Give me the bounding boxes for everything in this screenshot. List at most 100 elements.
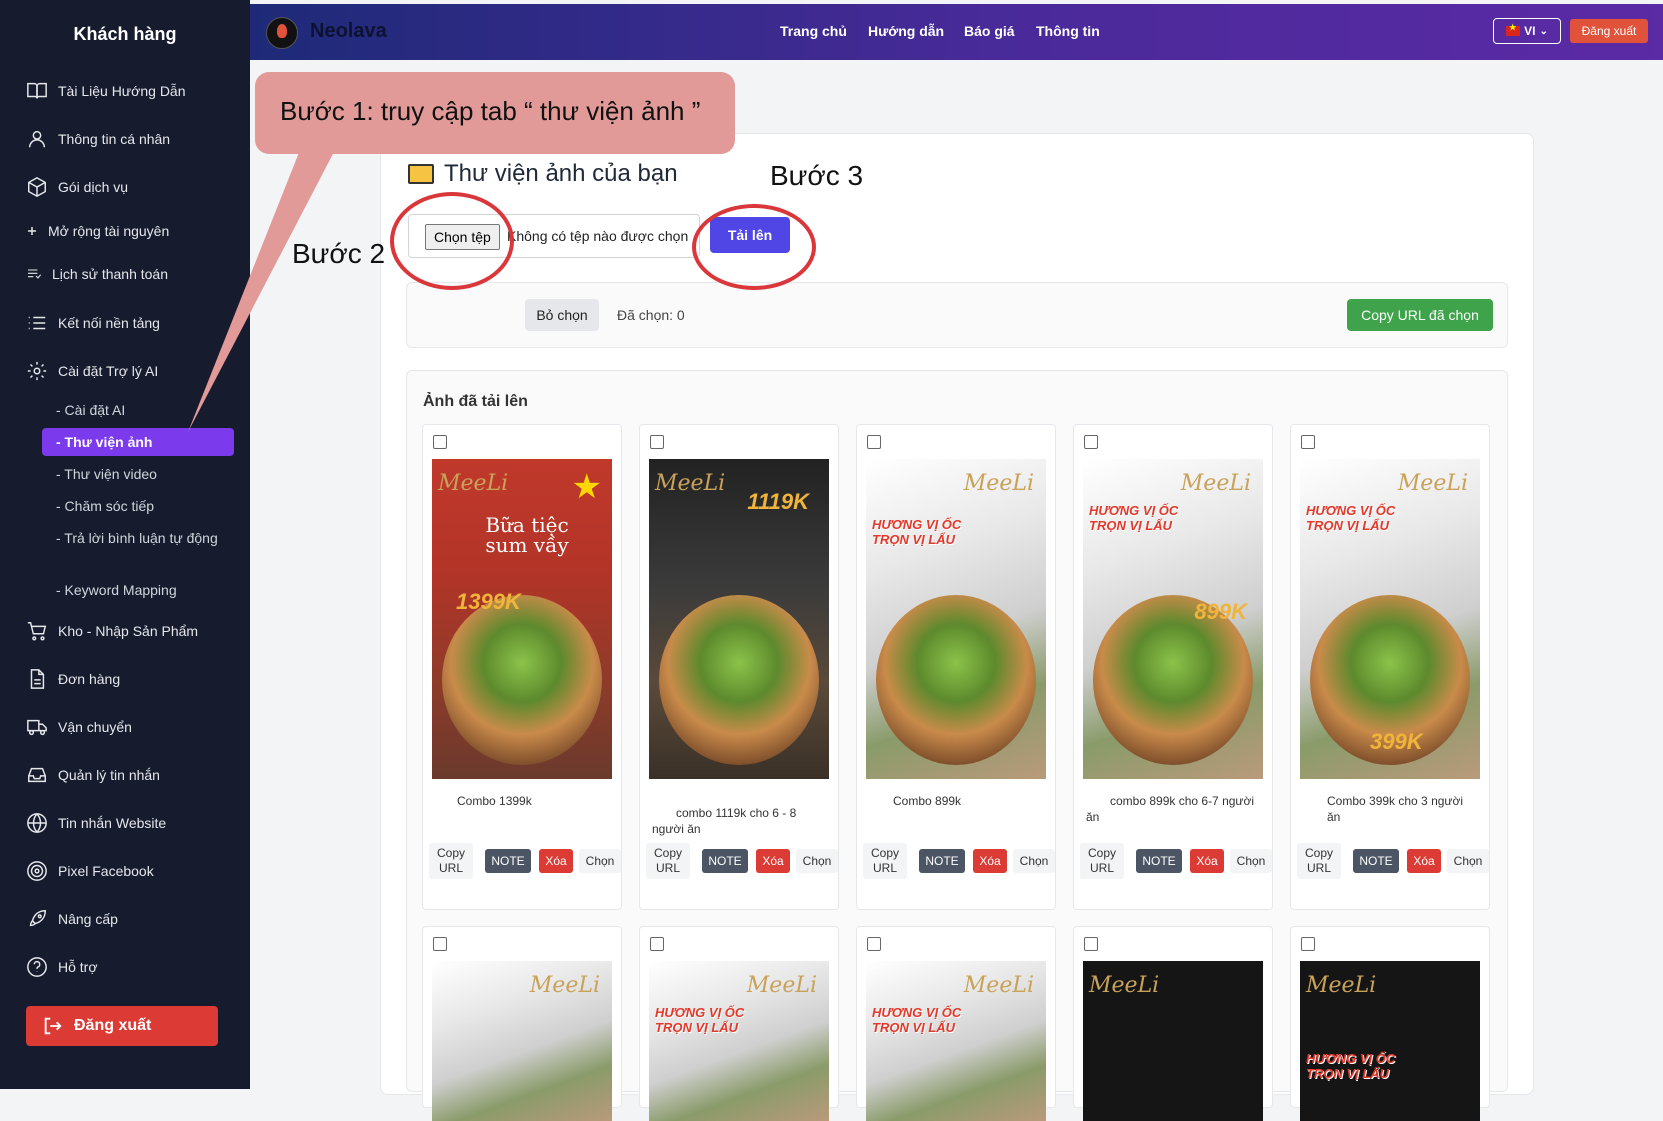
topbar-logout-button[interactable]: Đăng xuất — [1570, 19, 1648, 43]
image-thumbnail[interactable]: MeeLi ★ Bữa tiệc sum vầy 1399K — [432, 459, 612, 779]
image-thumbnail[interactable]: MeeLi 1119K — [649, 459, 829, 779]
copy-url-button[interactable]: Copy URL — [429, 843, 473, 879]
deselect-button[interactable]: Bỏ chọn — [525, 299, 599, 331]
note-button[interactable]: NOTE — [485, 849, 531, 873]
note-button[interactable]: NOTE — [1136, 849, 1182, 873]
poster-brand: MeeLi — [963, 973, 1034, 998]
sidebar-subitem-auto-reply[interactable]: - Trả lời bình luận tự động — [56, 528, 226, 548]
select-checkbox[interactable] — [433, 937, 447, 951]
poster-price: 1119K — [747, 489, 809, 514]
note-button[interactable]: NOTE — [702, 849, 748, 873]
food-image — [659, 595, 819, 765]
poster-promo: HƯƠNG VỊ ỐC TRỌN VỊ LẨU — [872, 517, 962, 547]
select-checkbox[interactable] — [867, 937, 881, 951]
delete-button[interactable]: Xóa — [1190, 849, 1224, 873]
choose-button[interactable]: Chọn — [1447, 849, 1489, 873]
brand-logo[interactable] — [266, 17, 298, 49]
sidebar-subitem-followup[interactable]: - Chăm sóc tiếp — [56, 496, 226, 516]
globe-icon — [27, 813, 47, 833]
select-checkbox[interactable] — [1301, 435, 1315, 449]
copy-url-button[interactable]: Copy URL — [646, 843, 690, 879]
sidebar-subitem-ai[interactable]: - Cài đặt AI — [56, 400, 226, 420]
sidebar-item-service[interactable]: Gói dịch vụ — [26, 176, 128, 198]
sidebar-item-profile[interactable]: Thông tin cá nhân — [26, 128, 170, 150]
choose-button[interactable]: Chọn — [579, 849, 621, 873]
select-checkbox[interactable] — [1084, 435, 1098, 449]
sidebar-item-label: Cài đặt Trợ lý AI — [58, 363, 159, 379]
sidebar-item-inventory[interactable]: Kho - Nhập Sản Phẩm — [26, 620, 198, 642]
copy-url-button[interactable]: Copy URL — [1297, 843, 1341, 879]
truck-icon — [27, 719, 47, 736]
image-thumbnail[interactable]: MeeLi HƯƠNG VỊ ỐC TRỌN VỊ LẨU — [1300, 961, 1480, 1121]
select-checkbox[interactable] — [650, 435, 664, 449]
sidebar-item-label: Mở rộng tài nguyên — [48, 223, 170, 239]
sidebar-item-orders[interactable]: Đơn hàng — [26, 668, 120, 690]
sidebar-item-shipping[interactable]: Vận chuyển — [26, 716, 132, 738]
choose-button[interactable]: Chọn — [1230, 849, 1272, 873]
tile-actions: Copy URL NOTE Xóa Chọn — [646, 843, 838, 879]
step3-label: Bước 3 — [770, 160, 864, 191]
language-select[interactable]: VI ⌄ — [1493, 18, 1561, 44]
nav-home[interactable]: Trang chủ — [780, 23, 847, 39]
select-checkbox[interactable] — [1084, 937, 1098, 951]
file-status-text: Không có tệp nào được chọn — [507, 228, 689, 244]
sidebar-item-label: Kho - Nhập Sản Phẩm — [58, 623, 199, 639]
menu-icon — [28, 316, 46, 330]
copy-selected-urls-button[interactable]: Copy URL đã chọn — [1347, 299, 1493, 331]
sidebar-logout-button[interactable]: Đăng xuất — [26, 1006, 218, 1046]
note-button[interactable]: NOTE — [1353, 849, 1399, 873]
gear-icon — [27, 361, 47, 381]
sidebar-item-label: Hỗ trợ — [58, 959, 98, 975]
poster-brand: MeeLi — [746, 973, 817, 998]
logout-icon — [44, 1017, 62, 1035]
sidebar-item-docs[interactable]: Tài Liệu Hướng Dẫn — [26, 80, 186, 102]
sidebar-subitem-video-library[interactable]: - Thư viện video — [56, 464, 226, 484]
star-icon: ★ — [571, 468, 602, 506]
delete-button[interactable]: Xóa — [756, 849, 790, 873]
image-thumbnail[interactable]: MeeLi — [1083, 961, 1263, 1121]
select-checkbox[interactable] — [1301, 937, 1315, 951]
copy-url-button[interactable]: Copy URL — [1080, 843, 1124, 879]
brand-name[interactable]: Neolava — [310, 20, 387, 43]
sidebar-item-ai-settings[interactable]: Cài đặt Trợ lý AI — [26, 360, 158, 382]
image-thumbnail[interactable]: MeeLi HƯƠNG VỊ ỐC TRỌN VỊ LẨU — [649, 961, 829, 1121]
image-thumbnail[interactable]: MeeLi HƯƠNG VỊ ỐC TRỌN VỊ LẨU 899K — [1083, 459, 1263, 779]
step2-highlight-circle — [390, 192, 514, 290]
sidebar-item-support[interactable]: Hỗ trợ — [26, 956, 98, 978]
image-thumbnail[interactable]: MeeLi HƯƠNG VỊ ỐC TRỌN VỊ LẨU 399K — [1300, 459, 1480, 779]
sidebar-item-resources[interactable]: Mở rộng tài nguyên — [26, 223, 169, 239]
sidebar: Khách hàng Tài Liệu Hướng Dẫn Thông tin … — [0, 0, 250, 1089]
image-thumbnail[interactable]: MeeLi HƯƠNG VỊ ỐC TRỌN VỊ LẨU — [866, 961, 1046, 1121]
select-checkbox[interactable] — [433, 435, 447, 449]
sidebar-item-upgrade[interactable]: Nâng cấp — [26, 908, 118, 930]
sidebar-item-label: Vận chuyển — [58, 719, 132, 735]
select-checkbox[interactable] — [867, 435, 881, 449]
sidebar-item-label: Tin nhắn Website — [58, 815, 167, 831]
copy-url-button[interactable]: Copy URL — [863, 843, 907, 879]
sidebar-subitem-image-library[interactable]: - Thư viện ảnh — [42, 428, 234, 456]
poster-title: Bữa tiệc sum vầy — [485, 513, 569, 557]
choose-button[interactable]: Chọn — [1013, 849, 1055, 873]
user-icon — [28, 130, 46, 148]
delete-button[interactable]: Xóa — [1407, 849, 1441, 873]
delete-button[interactable]: Xóa — [973, 849, 1007, 873]
sidebar-item-website-messages[interactable]: Tin nhắn Website — [26, 812, 166, 834]
delete-button[interactable]: Xóa — [539, 849, 573, 873]
sidebar-title: Khách hàng — [73, 24, 177, 44]
nav-info[interactable]: Thông tin — [1036, 23, 1100, 39]
sidebar-subitem-keyword-mapping[interactable]: - Keyword Mapping — [56, 580, 226, 600]
sidebar-item-pixel-facebook[interactable]: Pixel Facebook — [26, 860, 154, 882]
nav-pricing[interactable]: Báo giá — [964, 23, 1015, 39]
sidebar-item-label: Gói dịch vụ — [58, 179, 129, 195]
poster-brand: MeeLi — [1180, 471, 1251, 496]
select-checkbox[interactable] — [650, 937, 664, 951]
sidebar-item-messages[interactable]: Quản lý tin nhắn — [26, 764, 160, 786]
image-thumbnail[interactable]: MeeLi — [432, 961, 612, 1121]
poster-brand: MeeLi — [529, 973, 600, 998]
note-button[interactable]: NOTE — [919, 849, 965, 873]
sidebar-item-payments[interactable]: Lịch sử thanh toán — [26, 266, 168, 282]
nav-guide[interactable]: Hướng dẫn — [868, 23, 944, 39]
sidebar-item-platforms[interactable]: Kết nối nền tảng — [26, 312, 160, 334]
choose-button[interactable]: Chọn — [796, 849, 838, 873]
image-thumbnail[interactable]: MeeLi HƯƠNG VỊ ỐC TRỌN VỊ LẨU — [866, 459, 1046, 779]
